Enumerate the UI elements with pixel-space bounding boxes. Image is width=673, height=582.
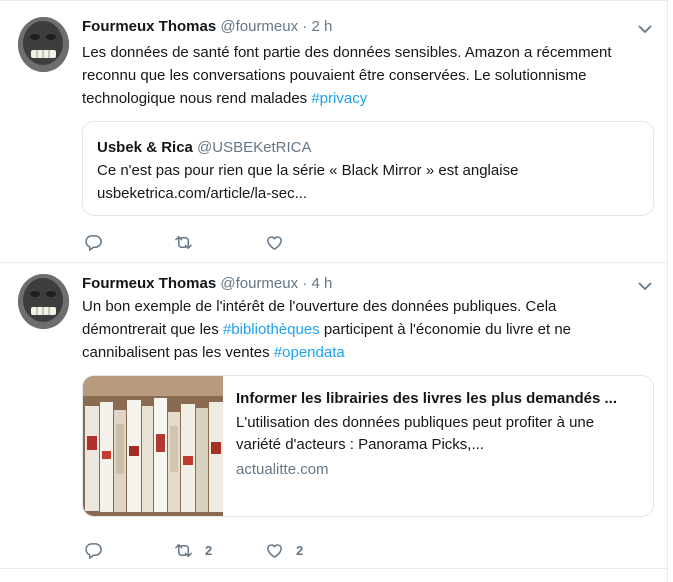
retweet-button[interactable]: 2 [174, 541, 212, 560]
hashtag-link[interactable]: #bibliothèques [223, 321, 320, 338]
reply-icon [85, 543, 102, 559]
retweet-count: 2 [205, 543, 213, 558]
like-button[interactable]: 2 [265, 541, 303, 560]
separator: · [302, 18, 308, 35]
tweet-header: Fourmeux Thomas @fourmeux · 4 h [82, 275, 332, 292]
tweet[interactable]: Fourmeux Thomas @fourmeux · 4 h Un bon e… [0, 262, 667, 569]
tweet-text-segment: cannibalisent pas les ventes [82, 344, 274, 361]
separator: · [302, 275, 308, 292]
avatar[interactable] [18, 274, 69, 329]
quoted-author-handle: @USBEKetRICA [197, 139, 312, 156]
tweet[interactable]: Fourmeux Thomas @fourmeux · 2 h Les donn… [0, 0, 667, 263]
timeline: Fourmeux Thomas @fourmeux · 2 h Les donn… [0, 0, 668, 582]
retweet-icon [175, 544, 192, 557]
tweet-header: Fourmeux Thomas @fourmeux · 2 h [82, 18, 332, 35]
quoted-author-name: Usbek & Rica [97, 139, 193, 156]
hashtag-link[interactable]: #privacy [311, 90, 367, 107]
tweet-text-line: reconnu que les conversations pouvaient … [82, 67, 587, 84]
quoted-tweet-header: Usbek & Rica @USBEKetRICA [97, 139, 311, 156]
author-name[interactable]: Fourmeux Thomas [82, 18, 216, 35]
tweet-text-line: cannibalisent pas les ventes #opendata [82, 341, 642, 364]
reply-button[interactable] [84, 541, 115, 560]
card-thumbnail [83, 376, 223, 516]
card-domain: actualitte.com [236, 461, 329, 478]
tweet-text-line: Les données de santé font partie des don… [82, 44, 612, 61]
heart-icon [267, 544, 282, 558]
link-card[interactable]: Informer les librairies des livres les p… [82, 375, 654, 517]
card-title: Informer les librairies des livres les p… [236, 390, 617, 407]
tweet-text-line: technologique nous rend malades #privacy [82, 87, 642, 110]
tweet-text-segment: technologique nous rend malades [82, 90, 312, 107]
tweet-text-line: démontrerait que les #bibliothèques part… [82, 318, 642, 341]
quoted-tweet-link[interactable]: usbeketrica.com/article/la-sec... [97, 185, 307, 202]
retweet-icon [175, 236, 192, 249]
author-handle[interactable]: @fourmeux [220, 275, 298, 292]
reply-button[interactable] [84, 233, 115, 252]
tweet-text-segment: démontrerait que les [82, 321, 223, 338]
retweet-button[interactable] [174, 233, 205, 252]
tweet-text-segment: participent à l'économie du livre et ne [319, 321, 572, 338]
like-button[interactable] [265, 233, 296, 252]
heart-icon [267, 236, 282, 250]
author-name[interactable]: Fourmeux Thomas [82, 275, 216, 292]
chevron-down-icon[interactable] [637, 23, 653, 35]
hashtag-link[interactable]: #opendata [274, 344, 345, 361]
tweet-text-line: Un bon exemple de l'intérêt de l'ouvertu… [82, 298, 557, 315]
quoted-tweet[interactable]: Usbek & Rica @USBEKetRICA Ce n'est pas p… [82, 121, 654, 216]
card-description: L'utilisation des données publiques peut… [236, 414, 595, 453]
avatar[interactable] [18, 17, 69, 72]
like-count: 2 [296, 543, 304, 558]
chevron-down-icon[interactable] [637, 280, 653, 292]
timestamp[interactable]: 4 h [311, 275, 332, 292]
quoted-tweet-text: Ce n'est pas pour rien que la série « Bl… [97, 162, 519, 179]
tweet-text: Les données de santé font partie des don… [82, 41, 642, 110]
timestamp[interactable]: 2 h [311, 18, 332, 35]
author-handle[interactable]: @fourmeux [220, 18, 298, 35]
reply-icon [85, 235, 102, 251]
tweet-text: Un bon exemple de l'intérêt de l'ouvertu… [82, 295, 642, 364]
